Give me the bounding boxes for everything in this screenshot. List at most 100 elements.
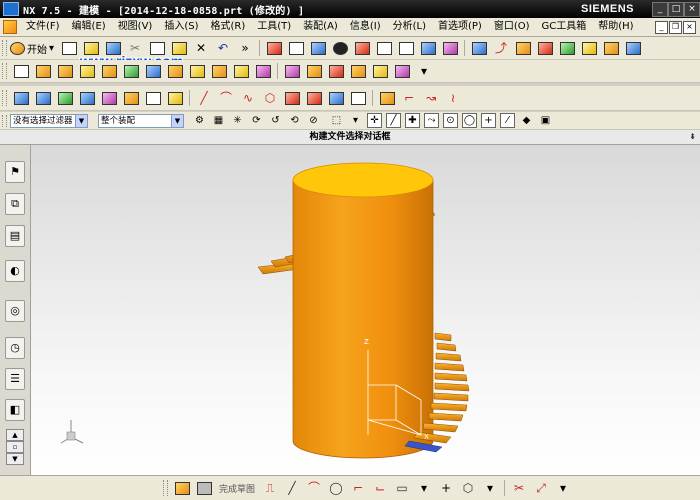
finish-sketch-icon[interactable] xyxy=(195,479,213,497)
wcs-icon[interactable] xyxy=(470,39,488,57)
snap-view-icon[interactable] xyxy=(287,39,305,57)
menu-format[interactable]: 格式(R) xyxy=(205,18,252,36)
roles-icon[interactable]: ◧ xyxy=(5,399,25,421)
boss-icon[interactable] xyxy=(122,62,140,80)
menu-file[interactable]: 文件(F) xyxy=(20,18,66,36)
menu-window[interactable]: 窗口(O) xyxy=(488,18,536,36)
toolbar-grip[interactable] xyxy=(163,480,168,496)
measure-icon[interactable] xyxy=(536,39,554,57)
snap-center-icon[interactable]: ⊙ xyxy=(443,113,458,128)
ruler-icon[interactable] xyxy=(580,39,598,57)
finish-sketch-label[interactable]: 完成草图 xyxy=(219,482,255,495)
sketch-fillet-icon[interactable]: ⌐ xyxy=(349,479,367,497)
scroll-down-icon[interactable]: ▼ xyxy=(6,453,24,465)
graphics-window[interactable]: Z X xyxy=(31,145,700,475)
filter-settings-icon[interactable]: ⚙ xyxy=(192,113,207,128)
sketch-arc-icon[interactable]: ⌒ xyxy=(305,479,323,497)
assembly-navigator-icon[interactable]: ⚑ xyxy=(5,161,25,183)
trim-curve-icon[interactable]: ↝ xyxy=(422,89,440,107)
sketch-icon[interactable] xyxy=(12,62,30,80)
divide-curve-icon[interactable]: ≀ xyxy=(444,89,462,107)
ruled-icon[interactable] xyxy=(56,89,74,107)
process-studio-icon[interactable]: ☰ xyxy=(5,368,25,390)
draft-icon[interactable] xyxy=(371,62,389,80)
rectangle-select-icon[interactable]: ⬚ xyxy=(329,113,344,128)
mirror-icon[interactable] xyxy=(305,62,323,80)
select-filter-icon[interactable] xyxy=(265,39,283,57)
chain-icon[interactable]: ⟳ xyxy=(249,113,264,128)
nx-app-icon[interactable] xyxy=(3,2,19,16)
web-browser-icon[interactable]: ◎ xyxy=(5,300,25,322)
snap-toggle-icon[interactable]: ✳ xyxy=(230,113,245,128)
reset-selection-icon[interactable]: ↺ xyxy=(268,113,283,128)
chamfer-icon[interactable] xyxy=(232,62,250,80)
layer-icon[interactable] xyxy=(419,39,437,57)
type-filter-select[interactable]: 没有选择过滤器 ▼ xyxy=(10,113,88,128)
menu-gc-toolkit[interactable]: GC工具箱 xyxy=(536,18,593,36)
line-icon[interactable]: ╱ xyxy=(195,89,213,107)
scroll-up-icon[interactable]: ▲ xyxy=(6,429,24,441)
close-icon[interactable]: × xyxy=(684,2,700,17)
revolve-icon[interactable] xyxy=(56,62,74,80)
polygon-icon[interactable]: ⬡ xyxy=(261,89,279,107)
snap-intersection-icon[interactable]: ⤳ xyxy=(424,113,439,128)
sketch-task-icon[interactable] xyxy=(173,479,191,497)
doc-restore-icon[interactable]: ❐ xyxy=(669,21,682,34)
minimize-icon[interactable]: _ xyxy=(652,2,668,17)
arc-icon[interactable]: ⌒ xyxy=(217,89,235,107)
select-options-icon[interactable]: ▾ xyxy=(348,113,363,128)
menu-insert[interactable]: 插入(S) xyxy=(158,18,204,36)
quick-trim-icon[interactable]: ✂ xyxy=(510,479,528,497)
pad-icon[interactable] xyxy=(144,62,162,80)
pocket-icon[interactable] xyxy=(166,62,184,80)
snap-endpoint-icon[interactable]: ✛ xyxy=(367,113,382,128)
menu-preferences[interactable]: 首选项(P) xyxy=(432,18,488,36)
text-curve-icon[interactable] xyxy=(305,89,323,107)
extrude-icon[interactable] xyxy=(34,62,52,80)
snap-point-icon[interactable]: + xyxy=(481,113,496,128)
undo-icon[interactable]: ↶ xyxy=(214,39,232,57)
menu-assemblies[interactable]: 装配(A) xyxy=(297,18,344,36)
csys-icon[interactable]: ⤴ xyxy=(492,39,510,57)
toolbar-grip[interactable] xyxy=(2,40,7,56)
blend-icon[interactable] xyxy=(210,62,228,80)
bounded-plane-icon[interactable] xyxy=(78,89,96,107)
sketch-line-icon[interactable]: ╱ xyxy=(283,479,301,497)
work-layer-icon[interactable] xyxy=(441,39,459,57)
menu-information[interactable]: 信息(I) xyxy=(344,18,387,36)
quick-extend-icon[interactable]: ⤢ xyxy=(532,479,550,497)
scale-icon[interactable] xyxy=(393,62,411,80)
more-features-icon[interactable]: ▾ xyxy=(415,62,433,80)
pattern-icon[interactable] xyxy=(283,62,301,80)
snap-control-icon[interactable]: ✚ xyxy=(405,113,420,128)
more-curves-icon[interactable]: ▾ xyxy=(415,479,433,497)
menu-analysis[interactable]: 分析(L) xyxy=(387,18,432,36)
wireframe-icon[interactable] xyxy=(375,39,393,57)
datum-icon[interactable] xyxy=(624,39,642,57)
start-button[interactable]: 开始 ▾ xyxy=(10,41,54,56)
snap-bounded-icon[interactable]: ▣ xyxy=(538,113,553,128)
sketch-more-icon[interactable]: ▾ xyxy=(481,479,499,497)
n-sided-icon[interactable] xyxy=(144,89,162,107)
delete-icon[interactable]: ✕ xyxy=(192,39,210,57)
studio-surface-icon[interactable] xyxy=(100,89,118,107)
point-icon[interactable] xyxy=(514,39,532,57)
arc-select-icon[interactable]: ⟲ xyxy=(287,113,302,128)
hole-icon[interactable] xyxy=(100,62,118,80)
sketch-plane-icon[interactable] xyxy=(602,39,620,57)
shell-icon[interactable] xyxy=(254,62,272,80)
scroll-button[interactable]: ▫ xyxy=(6,441,24,453)
history-icon[interactable]: ◷ xyxy=(5,337,25,359)
unite-icon[interactable] xyxy=(188,62,206,80)
fillet-curve-icon[interactable]: ⌐ xyxy=(400,89,418,107)
assembly-filter-icon[interactable]: ▦ xyxy=(211,113,226,128)
cylinder-top-face[interactable] xyxy=(292,162,434,198)
menu-tools[interactable]: 工具(T) xyxy=(251,18,297,36)
cylinder-body[interactable] xyxy=(292,162,434,459)
curve-analysis-icon[interactable] xyxy=(378,89,396,107)
new-file-icon[interactable] xyxy=(60,39,78,57)
snap-quadrant-icon[interactable]: ◯ xyxy=(462,113,477,128)
more-chevron-icon[interactable]: » xyxy=(236,39,254,57)
render-style-icon[interactable] xyxy=(331,39,349,57)
snap-face-icon[interactable]: ◆ xyxy=(519,113,534,128)
